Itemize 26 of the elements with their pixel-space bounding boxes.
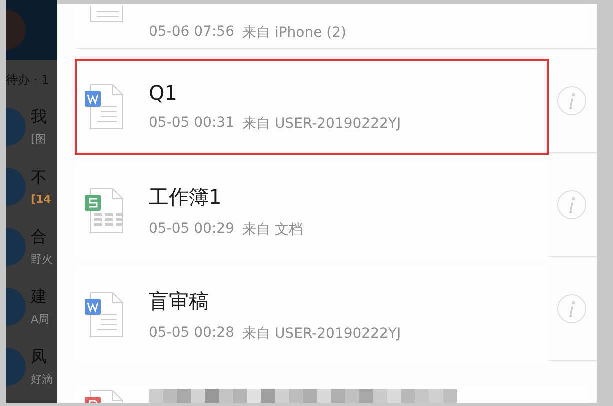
info-button[interactable] [557, 190, 587, 220]
file-time: 05-05 00:31 [149, 115, 234, 133]
info-button[interactable] [557, 294, 587, 324]
chat-preview: [图 [31, 132, 47, 147]
avatar [6, 168, 26, 206]
avatar [6, 288, 26, 326]
file-name: Q1 [149, 81, 178, 105]
avatar [6, 108, 26, 146]
info-button[interactable] [557, 86, 587, 116]
file-name: 盲审稿 [149, 288, 210, 314]
file-source: 来自 USER-20190222YJ [242, 324, 402, 342]
file-time: 05-06 07:56 [149, 24, 234, 42]
file-time: 05-05 00:29 [149, 220, 234, 238]
chat-preview: [14 [31, 193, 52, 206]
chat-preview: 野火 [31, 252, 53, 267]
chat-preview: 好滴 [31, 372, 53, 387]
avatar [6, 228, 26, 266]
file-source: 来自 iPhone (2) [242, 24, 346, 42]
file-name: 工作簿1 [149, 184, 223, 210]
file-source: 来自 USER-20190222YJ [242, 115, 402, 133]
avatar [6, 10, 26, 50]
file-time: 05-05 00:28 [149, 324, 234, 342]
avatar [6, 348, 26, 386]
file-source: 来自 文档 [242, 220, 303, 238]
chat-preview: A周 [31, 312, 50, 327]
file-row[interactable]: Q1 05-05 00:31 来自 USER-20190222YJ [75, 59, 549, 155]
